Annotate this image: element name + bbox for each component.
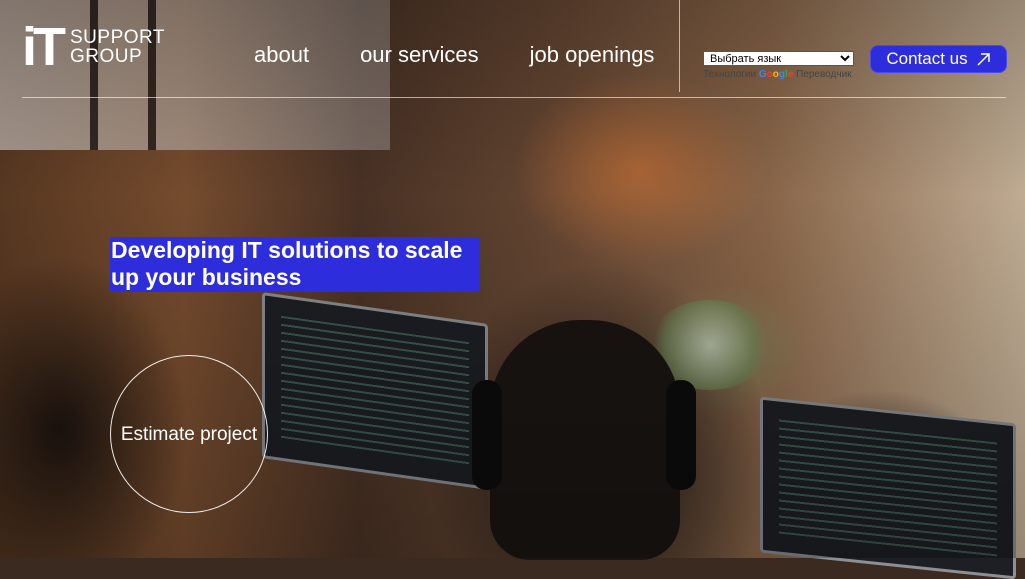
site-logo[interactable]: iT SUPPORT GROUP <box>22 17 165 77</box>
contact-us-label: Contact us <box>886 49 968 68</box>
nav-our-services[interactable]: our services <box>360 42 479 68</box>
logo-text-line1: SUPPORT <box>70 27 166 48</box>
google-logo[interactable]: Google <box>759 69 793 80</box>
nav-about[interactable]: about <box>254 42 309 68</box>
hero-headline: Developing IT solutions to scale up your… <box>110 237 479 293</box>
translate-attribution: Технологии Google Переводчик <box>703 69 852 80</box>
main-nav: about our services job openings <box>254 42 654 68</box>
header-vertical-divider <box>679 0 680 92</box>
translate-suffix: Переводчик <box>796 69 852 80</box>
arrow-up-right-icon <box>977 52 990 66</box>
logo-text-line2: GROUP <box>70 46 143 67</box>
logo-mark: iT <box>22 17 66 77</box>
contact-us-button[interactable]: Contact us <box>870 45 1007 73</box>
translate-prefix: Технологии <box>703 69 757 80</box>
nav-job-openings[interactable]: job openings <box>530 42 655 68</box>
header-divider <box>22 97 1006 98</box>
logo-text: SUPPORT GROUP <box>70 28 165 66</box>
estimate-project-label: Estimate project <box>120 423 258 445</box>
estimate-project-button[interactable]: Estimate project <box>110 355 268 513</box>
language-select[interactable]: Выбрать язык <box>703 51 854 66</box>
